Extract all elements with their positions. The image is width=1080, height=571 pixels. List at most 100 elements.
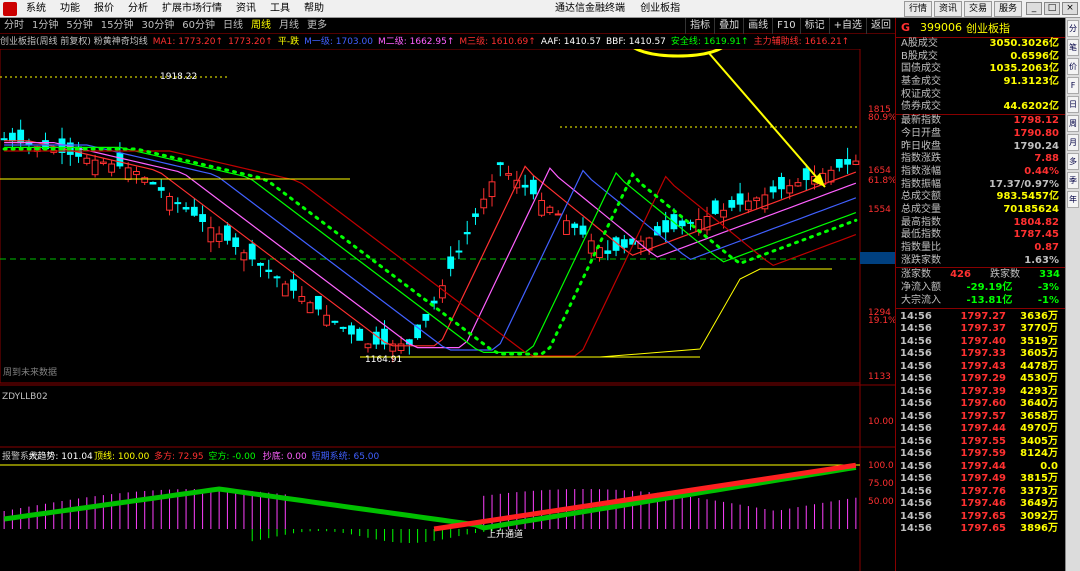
menu-item-2[interactable]: 报价 — [87, 3, 121, 14]
menu-item-5[interactable]: 资讯 — [229, 3, 263, 14]
menu-item-3[interactable]: 分析 — [121, 3, 155, 14]
close-icon[interactable]: × — [1062, 2, 1078, 15]
main-panel-border — [0, 49, 861, 384]
sidebar-button-1[interactable]: 笔 — [1067, 39, 1079, 56]
candle-body — [728, 200, 736, 208]
candle-body — [190, 206, 198, 216]
period-tab-6[interactable]: 日线 — [219, 18, 247, 34]
period-tab-9[interactable]: 更多 — [303, 18, 331, 34]
tool-button-5[interactable]: +自选 — [828, 18, 866, 34]
app-window: 系统 功能 报价 分析 扩展市场行情 资讯 工具 帮助 通达信金融终端 创业板指 行情 资讯 交易… — [0, 0, 1080, 571]
candle-body — [215, 233, 223, 242]
candle-body — [786, 185, 794, 194]
sidebar-button-3[interactable]: F — [1067, 77, 1079, 94]
sidebar-button-6[interactable]: 月 — [1067, 134, 1079, 151]
sidebar-button-4[interactable]: 日 — [1067, 96, 1079, 113]
tool-button-1[interactable]: 叠加 — [714, 18, 743, 34]
candle-body — [736, 193, 744, 205]
indicator-info-line: 创业板指(周线 前复权) 粉黄神奇均线 MA1: 1773.20↑ 1773.20↑… — [0, 35, 860, 49]
tick-time: 14:56 — [900, 348, 932, 360]
minimize-icon[interactable]: _ — [1026, 2, 1042, 15]
tick-time: 14:56 — [900, 510, 932, 522]
period-tab-5[interactable]: 60分钟 — [178, 18, 219, 34]
tool-button-2[interactable]: 画线 — [743, 18, 772, 34]
price-label: 1554 — [868, 205, 891, 215]
price-label: 80.9% — [868, 113, 895, 123]
period-tab-2[interactable]: 5分钟 — [62, 18, 96, 34]
candle-body — [662, 220, 670, 233]
period-tab-4[interactable]: 30分钟 — [137, 18, 178, 34]
sidebar-button-7[interactable]: 多 — [1067, 153, 1079, 170]
tick-price: 1797.43 — [960, 360, 1006, 372]
info-part-0: 创业板指(周线 前复权) 粉黄神奇均线 — [0, 37, 148, 47]
tick-time: 14:56 — [900, 373, 932, 385]
tick-row: 14:56 1797.44 4970万 — [896, 423, 1065, 436]
candle-body — [232, 237, 240, 247]
menu-item-7[interactable]: 帮助 — [297, 3, 331, 14]
trend-band-red — [433, 462, 857, 532]
top-button-2[interactable]: 交易 — [963, 1, 992, 17]
sidebar-button-5[interactable]: 周 — [1067, 115, 1079, 132]
candle-body — [778, 176, 785, 190]
top-button-1[interactable]: 资讯 — [933, 1, 962, 17]
tick-volume: 3770万 — [1020, 323, 1058, 335]
sidebar-button-0[interactable]: 分 — [1067, 20, 1079, 37]
candle-body — [323, 314, 331, 326]
sidebar-button-2[interactable]: 价 — [1067, 58, 1079, 75]
price-label: 1654 — [868, 166, 891, 176]
top-button-3[interactable]: 服务 — [993, 1, 1022, 17]
tool-button-3[interactable]: F10 — [772, 18, 799, 34]
tick-time: 14:56 — [900, 385, 932, 397]
maximize-icon[interactable]: □ — [1044, 2, 1060, 15]
tick-time: 14:56 — [900, 498, 932, 510]
tick-price: 1797.27 — [960, 310, 1006, 322]
tick-volume: 3605万 — [1020, 348, 1058, 360]
candle-body — [248, 243, 256, 260]
rows-row: 基金成交 91.3123亿 — [896, 76, 1065, 89]
menu-item-6[interactable]: 工具 — [263, 3, 297, 14]
ma-green-line — [4, 146, 857, 353]
menu-bar: 系统 功能 报价 分析 扩展市场行情 资讯 工具 帮助 通达信金融终端 创业板指 行情 资讯 交易… — [0, 0, 1080, 18]
tick-row: 14:56 1797.39 4293万 — [896, 386, 1065, 399]
rows2-value: 1804.82 — [1013, 216, 1059, 228]
period-tab-0[interactable]: 分时 — [0, 18, 28, 34]
sidebar-button-9[interactable]: 年 — [1067, 191, 1079, 208]
kline-chart[interactable]: 181580.9%165461.8%15541425.5129419.1%113… — [0, 49, 895, 571]
rows-value: 91.3123亿 — [1003, 76, 1059, 88]
tick-time: 14:56 — [900, 485, 932, 497]
tick-list[interactable]: 14:56 1797.27 3636万 14:56 1797.37 3770万 14:56 1… — [896, 307, 1065, 536]
right-sidebar: 分笔价F日周月多季年 — [1065, 18, 1080, 571]
candle-body — [711, 200, 719, 214]
period-tab-3[interactable]: 15分钟 — [97, 18, 138, 34]
menu-item-0[interactable]: 系统 — [19, 3, 53, 14]
candle-body — [753, 197, 761, 202]
period-tab-8[interactable]: 月线 — [275, 18, 303, 34]
rows2-label: 指数涨幅 — [901, 165, 941, 177]
candle-body — [257, 262, 264, 266]
tick-time: 14:56 — [900, 423, 932, 435]
menu-item-1[interactable]: 功能 — [53, 3, 87, 14]
candle-body — [720, 209, 727, 218]
sidebar-button-8[interactable]: 季 — [1067, 172, 1079, 189]
period-tab-7[interactable]: 周线 — [247, 18, 275, 34]
tool-button-0[interactable]: 指标 — [685, 18, 714, 34]
flow-label: 净流入额 — [901, 282, 941, 294]
period-tab-1[interactable]: 1分钟 — [28, 18, 62, 34]
candle-body — [207, 227, 215, 243]
menu-item-4[interactable]: 扩展市场行情 — [155, 3, 229, 14]
tick-volume: 4970万 — [1020, 423, 1058, 435]
info-part-10: 主力辅助线: 1616.21↑ — [753, 37, 850, 47]
candle-body — [546, 206, 554, 214]
tick-price: 1797.55 — [960, 435, 1006, 447]
tool-button-6[interactable]: 返回 — [866, 18, 895, 34]
rows2-value: 1.63% — [1024, 254, 1059, 266]
up-count: 426 — [950, 269, 971, 281]
flow-value: -13.81亿 — [966, 295, 1013, 307]
tick-time: 14:56 — [900, 398, 932, 410]
rows2-value: 70185624 — [1003, 203, 1059, 215]
tick-price: 1797.29 — [960, 373, 1006, 385]
tool-button-4[interactable]: 标记 — [799, 18, 829, 34]
candle-body — [83, 157, 91, 164]
indicator2-part: 顶线: 100.00 — [94, 450, 150, 462]
top-button-0[interactable]: 行情 — [903, 1, 932, 17]
